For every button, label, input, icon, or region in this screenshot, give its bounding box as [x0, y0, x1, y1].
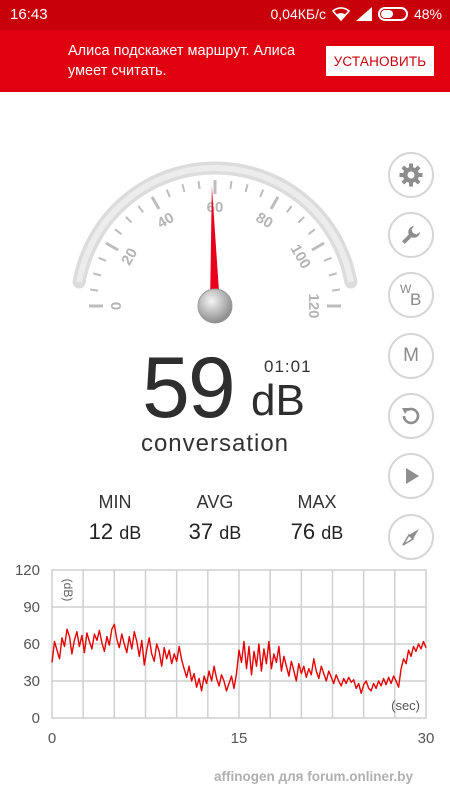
gauge-tick-label: 100: [287, 242, 314, 272]
battery-icon: [377, 7, 408, 21]
gear-icon: [398, 162, 424, 188]
gauge-tick: [308, 228, 316, 235]
gauge-tick: [89, 288, 99, 292]
gauge-tick: [98, 256, 107, 262]
noise-level-label: conversation: [140, 430, 290, 457]
chart-y-tick-label: 0: [32, 710, 40, 727]
gauge-tick: [244, 184, 249, 193]
gauge-tick: [311, 241, 325, 252]
play-icon: [401, 466, 421, 486]
min-stat: MIN 12 dB: [70, 492, 160, 545]
elapsed-timer: 01:01: [264, 357, 312, 376]
chart-x-tick-label: 30: [418, 730, 435, 747]
gauge-tick: [328, 272, 337, 277]
wb-bottom-letter: B: [410, 290, 422, 309]
status-bar: 16:43 0,04КБ/с 48%: [0, 0, 450, 30]
chart-y-tick-label: 60: [23, 636, 40, 653]
ad-banner[interactable]: Алиса подскажет маршрут. Алиса умеет счи…: [0, 30, 450, 92]
gauge-tick: [125, 216, 133, 224]
chart-y-unit: (dB): [61, 579, 75, 602]
avg-unit: dB: [219, 523, 242, 543]
sound-history-chart: 0 30 60 90 120 0 15 30 (dB) (sec): [15, 562, 435, 747]
gauge-tick: [137, 205, 144, 213]
signal-icon: [355, 7, 372, 21]
min-unit: dB: [119, 523, 142, 543]
max-value: 76: [290, 519, 316, 544]
chart-y-tick-label: 90: [23, 599, 40, 616]
gauge-tick: [114, 228, 122, 235]
status-right: 0,04КБ/с 48%: [270, 6, 442, 22]
decibel-reading: 59: [142, 340, 236, 436]
gauge-tick: [323, 256, 332, 262]
gauge-tick: [165, 189, 171, 198]
wrench-icon: [399, 223, 423, 247]
tools-button[interactable]: [388, 212, 434, 258]
network-speed: 0,04КБ/с: [270, 6, 326, 22]
gauge-tick: [259, 189, 265, 198]
ad-text: Алиса подскажет маршрут. Алиса умеет счи…: [68, 43, 296, 79]
status-time: 16:43: [10, 6, 48, 23]
weighting-button[interactable]: W B: [388, 272, 434, 318]
gauge-tick: [150, 196, 161, 210]
avg-stat: AVG 37 dB: [170, 492, 260, 545]
memory-button[interactable]: M: [388, 333, 434, 379]
gauge-knob: [197, 288, 233, 324]
min-label: MIN: [98, 492, 132, 512]
min-value-row: 12 dB: [70, 519, 160, 545]
m-icon: M: [403, 345, 419, 366]
gauge-tick: [229, 180, 233, 190]
chart-x-unit: (sec): [391, 698, 420, 713]
gauge-tick: [331, 288, 341, 292]
compass-button[interactable]: [388, 514, 434, 560]
compass-icon: [400, 526, 422, 548]
gauge-tick-label: 120: [305, 293, 322, 318]
max-stat: MAX 76 dB: [272, 492, 362, 545]
chart-x-tick-label: 0: [48, 730, 56, 747]
reset-icon: [399, 404, 423, 428]
gauge-tick-label: 60: [207, 199, 224, 216]
decibel-unit: dB: [251, 376, 305, 425]
gauge-tick: [286, 205, 293, 213]
chart-y-tick-label: 30: [23, 673, 40, 690]
gauge-tick: [93, 272, 102, 277]
chart-x-tick-label: 15: [231, 730, 248, 747]
settings-button[interactable]: [388, 152, 434, 198]
gauge-tick: [269, 196, 280, 210]
battery-percent: 48%: [413, 6, 442, 22]
max-label: MAX: [297, 492, 337, 512]
avg-value-row: 37 dB: [170, 519, 260, 545]
avg-label: AVG: [196, 492, 234, 512]
avg-value: 37: [188, 519, 214, 544]
gauge-tick-label: 0: [108, 302, 125, 310]
gauge-tick-label: 80: [253, 209, 276, 232]
chart-y-tick-label: 120: [15, 562, 40, 579]
gauge-tick-label: 20: [118, 245, 141, 268]
gauge-tick-label: 40: [154, 209, 177, 232]
wb-icon: W B: [397, 281, 425, 309]
install-button[interactable]: УСТАНОВИТЬ: [326, 46, 434, 76]
gauge-tick: [197, 180, 201, 190]
min-value: 12: [88, 519, 114, 544]
watermark: affinogen для forum.onliner.by: [214, 769, 414, 784]
play-button[interactable]: [388, 453, 434, 499]
gauge-tick: [297, 216, 305, 224]
reset-button[interactable]: [388, 393, 434, 439]
max-unit: dB: [321, 523, 344, 543]
gauge-tick: [181, 184, 186, 193]
max-value-row: 76 dB: [272, 519, 362, 545]
wifi-icon: [331, 7, 350, 21]
gauge-tick: [105, 241, 119, 252]
sound-level-gauge: 0 20 40 60 80 100 120: [72, 161, 358, 324]
